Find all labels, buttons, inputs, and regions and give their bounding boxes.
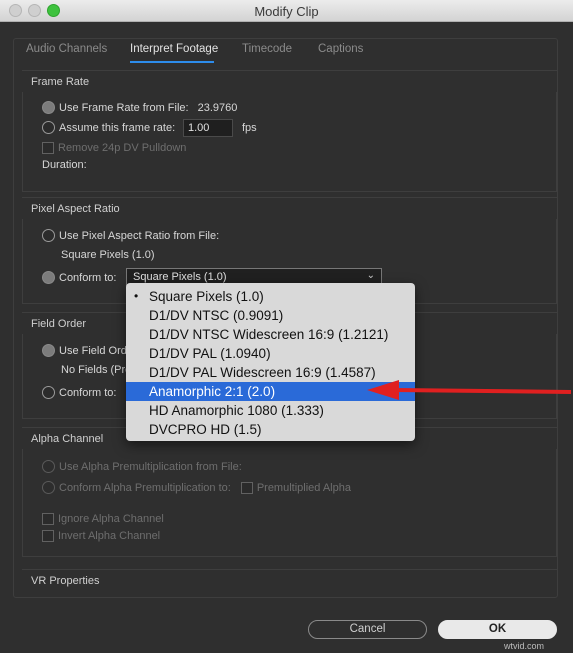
- par-dropdown-value: Square Pixels (1.0): [133, 271, 227, 283]
- invert-alpha-label: Invert Alpha Channel: [58, 530, 161, 542]
- menu-item-label: D1/DV NTSC Widescreen 16:9 (1.2121): [149, 327, 389, 342]
- cancel-button[interactable]: Cancel: [308, 620, 427, 639]
- menu-item-label: D1/DV PAL Widescreen 16:9 (1.4587): [149, 365, 376, 380]
- premultiplied-alpha-label: Premultiplied Alpha: [256, 481, 351, 494]
- field-order-file-value: No Fields (Pro: [61, 364, 132, 376]
- checkbox-icon: [42, 513, 54, 525]
- menu-item-d1-ntsc-widescreen[interactable]: D1/DV NTSC Widescreen 16:9 (1.2121): [126, 325, 415, 344]
- remove-pulldown-option: Remove 24p DV Pulldown: [42, 142, 186, 154]
- title-bar: Modify Clip: [0, 0, 573, 22]
- use-frame-rate-from-file-option[interactable]: Use Frame Rate from File: 23.9760: [42, 101, 237, 114]
- pixel-aspect-title: Pixel Aspect Ratio: [31, 203, 120, 215]
- use-frame-rate-label: Use Frame Rate from File:: [59, 101, 189, 114]
- watermark-text: wtvid.com: [504, 641, 545, 651]
- ignore-alpha-label: Ignore Alpha Channel: [58, 513, 164, 525]
- radio-button-icon[interactable]: [42, 271, 55, 284]
- frame-rate-title: Frame Rate: [31, 76, 90, 88]
- chevron-down-icon: ⌄: [366, 270, 375, 281]
- assume-frame-rate-option[interactable]: Assume this frame rate:: [42, 121, 175, 134]
- checkbox-icon: [42, 142, 54, 154]
- use-alpha-premult-option: Use Alpha Premultiplication from File:: [42, 460, 242, 473]
- radio-button-icon[interactable]: [42, 344, 55, 357]
- window-title: Modify Clip: [254, 4, 319, 19]
- use-field-order-option[interactable]: Use Field Orde: [42, 344, 133, 357]
- radio-button-icon: [42, 460, 55, 473]
- remove-pulldown-label: Remove 24p DV Pulldown: [58, 142, 187, 154]
- field-order-conform-option[interactable]: Conform to:: [42, 386, 116, 399]
- checkbox-icon: [240, 481, 253, 494]
- active-tab-indicator: [130, 61, 214, 63]
- invert-alpha-option: Invert Alpha Channel: [42, 530, 160, 542]
- menu-item-square-pixels[interactable]: • Square Pixels (1.0): [126, 287, 415, 306]
- menu-item-label: D1/DV PAL (1.0940): [149, 346, 271, 361]
- menu-item-dvcpro-hd[interactable]: DVCPRO HD (1.5): [126, 420, 415, 439]
- tab-captions[interactable]: Captions: [318, 43, 363, 55]
- radio-button-icon[interactable]: [42, 386, 55, 399]
- vr-properties-title: VR Properties: [31, 575, 100, 587]
- menu-item-label: DVCPRO HD (1.5): [149, 422, 262, 437]
- par-conform-label: Conform to:: [59, 271, 117, 284]
- divider: [22, 70, 557, 71]
- selected-bullet-icon: •: [134, 289, 139, 303]
- tab-timecode[interactable]: Timecode: [242, 43, 292, 55]
- menu-item-d1-ntsc[interactable]: D1/DV NTSC (0.9091): [126, 306, 415, 325]
- menu-item-d1-pal[interactable]: D1/DV PAL (1.0940): [126, 344, 415, 363]
- use-alpha-premult-label: Use Alpha Premultiplication from File:: [59, 460, 242, 473]
- frame-rate-input[interactable]: 1.00: [183, 119, 233, 137]
- fps-unit-label: fps: [242, 122, 257, 134]
- conform-alpha-premult-label: Conform Alpha Premultiplication to:: [59, 481, 231, 494]
- par-options-menu: • Square Pixels (1.0) D1/DV NTSC (0.9091…: [126, 283, 415, 441]
- duration-label: Duration:: [42, 159, 87, 171]
- use-par-label: Use Pixel Aspect Ratio from File:: [59, 229, 220, 242]
- field-order-conform-label: Conform to:: [59, 386, 117, 399]
- use-par-from-file-option[interactable]: Use Pixel Aspect Ratio from File:: [42, 229, 219, 242]
- tab-interpret-footage[interactable]: Interpret Footage: [130, 43, 218, 55]
- annotation-arrow-icon: [367, 380, 572, 400]
- conform-alpha-premult-option: Conform Alpha Premultiplication to: Prem…: [42, 481, 351, 494]
- assume-frame-rate-label: Assume this frame rate:: [59, 121, 176, 134]
- radio-button-icon[interactable]: [42, 229, 55, 242]
- par-file-value: Square Pixels (1.0): [61, 249, 155, 261]
- par-conform-option[interactable]: Conform to:: [42, 271, 116, 284]
- tab-audio-channels[interactable]: Audio Channels: [26, 43, 107, 55]
- checkbox-icon: [42, 530, 54, 542]
- menu-item-label: Square Pixels (1.0): [149, 289, 264, 304]
- radio-button-icon: [42, 481, 55, 494]
- menu-item-label: D1/DV NTSC (0.9091): [149, 308, 284, 323]
- ok-button[interactable]: OK: [438, 620, 557, 639]
- alpha-channel-title: Alpha Channel: [31, 433, 104, 445]
- use-field-order-label: Use Field Orde: [59, 344, 133, 357]
- divider: [22, 197, 557, 198]
- menu-item-label: Anamorphic 2:1 (2.0): [149, 384, 276, 399]
- radio-button-icon[interactable]: [42, 101, 55, 114]
- radio-button-icon[interactable]: [42, 121, 55, 134]
- menu-item-label: HD Anamorphic 1080 (1.333): [149, 403, 324, 418]
- ignore-alpha-option: Ignore Alpha Channel: [42, 513, 164, 525]
- file-frame-rate-value: 23.9760: [197, 101, 238, 114]
- divider: [22, 569, 557, 570]
- field-order-title: Field Order: [31, 318, 87, 330]
